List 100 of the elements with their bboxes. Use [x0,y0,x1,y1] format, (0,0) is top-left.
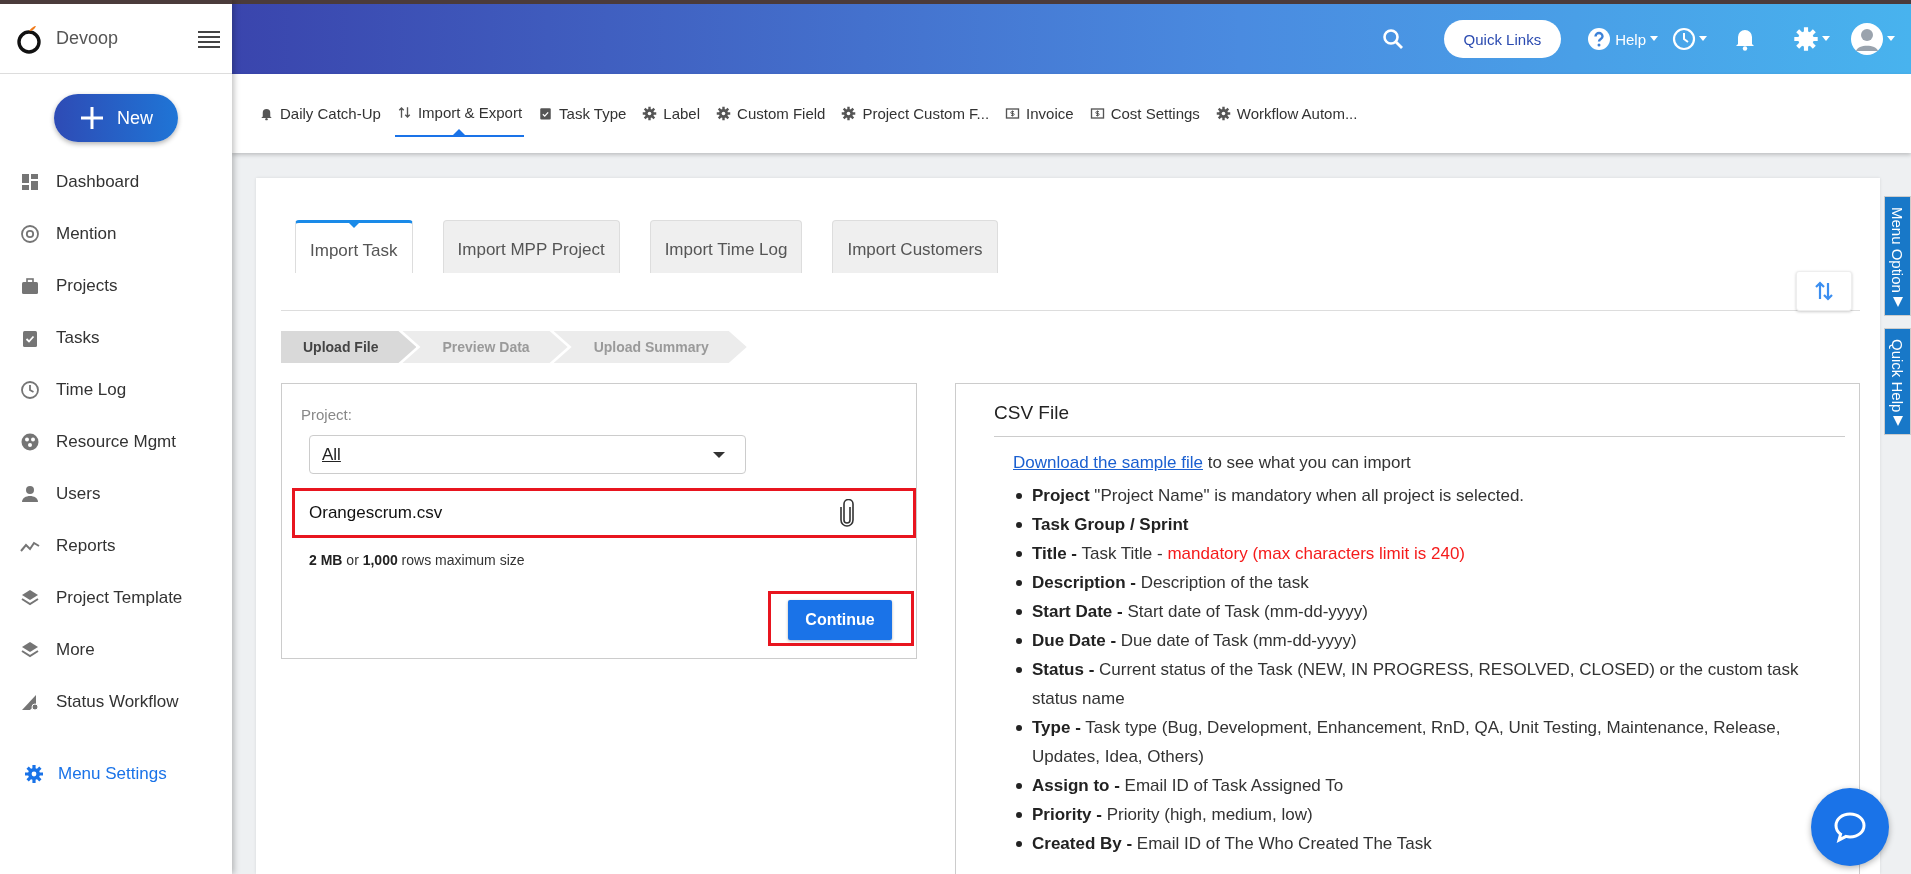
side-tab[interactable]: Quick Help [1884,327,1911,436]
circle-dots-icon [20,432,40,452]
subnav-tab[interactable]: Cost Settings [1087,90,1202,137]
settings-icon [1215,106,1231,121]
side-tab[interactable]: Menu Option [1884,196,1911,316]
import-tab[interactable]: Import Time Log [649,220,803,273]
menu-icon[interactable] [198,29,220,48]
field-description: Assign to - Email ID of Task Assigned To [1032,775,1344,797]
chat-bubble-icon [1833,811,1867,843]
history-menu[interactable] [1672,27,1707,51]
settings-icon [1793,26,1819,52]
subnav-tab[interactable]: Project Custom F... [839,90,992,137]
subnav-tab[interactable]: Task Type [536,90,629,137]
sidebar-item[interactable]: Mention [0,208,232,260]
bell-icon [259,106,274,121]
settings-icon [24,764,44,784]
paperclip-icon [839,499,855,527]
swap-arrows-icon [396,105,412,120]
sidebar-item[interactable]: Tasks [0,312,232,364]
field-description: Project "Project Name" is mandatory when all project is selected. [1032,485,1525,507]
import-tab[interactable]: Import Task [295,220,413,273]
sidebar-item[interactable]: More [0,624,232,676]
dollar-bill-icon [1005,106,1021,121]
wizard-step: Upload Summary [553,331,747,363]
layers-icon [20,640,40,660]
caret-icon [1892,296,1903,307]
search-icon[interactable] [1381,28,1404,50]
bullet-icon [1016,493,1022,499]
bullet-icon [1016,841,1022,847]
account-menu[interactable] [1850,22,1895,56]
field-description: Start Date - Start date of Task (mm-dd-yyyy) [1032,601,1368,623]
caret-icon [1699,36,1707,42]
caret-icon [1887,36,1895,42]
settings-menu[interactable] [1793,26,1830,52]
import-tab[interactable]: Import MPP Project [442,220,620,273]
dashboard-icon [20,172,40,192]
wizard-step: Preview Data [402,331,568,363]
clock-icon [20,380,40,400]
layers-icon [20,588,40,608]
settings-icon [716,106,732,121]
caret-icon [1650,36,1658,42]
checkbox-icon [538,106,554,121]
caret-icon [1822,36,1830,42]
clipboard-check-icon [20,328,40,348]
field-description: Status - Current status of the Task (NEW, IN PROGRESS, RESOLVED, CLOSED) or the custom task status name [1032,659,1800,710]
swap-button[interactable] [1796,271,1852,311]
bullet-icon [1016,609,1022,615]
help-icon [1587,27,1612,51]
subnav-tab[interactable]: Workflow Autom... [1213,90,1360,137]
sidebar-item[interactable]: Project Template [0,572,232,624]
field-description: Title - Task Title - mandatory (max characters limit is 240) [1032,543,1465,565]
file-size-note: 2 MB or 1,000 rows maximum size [308,551,526,568]
bullet-icon [1016,551,1022,557]
bullet-icon [1016,725,1022,731]
brand-name: Devoop [56,28,120,49]
bullet-icon [1016,580,1022,586]
subnav-tab[interactable]: Import & Export [394,90,525,137]
bullet-icon [1016,522,1022,528]
swap-arrows-icon [1815,280,1833,302]
dollar-bill-icon [1089,106,1105,121]
field-label: Project: [300,406,353,423]
sidebar-item[interactable]: Status Workflow [0,676,232,728]
panel-title: CSV File [994,402,1845,437]
subnav-tab[interactable]: Custom Field [714,90,828,137]
person-icon [20,484,40,504]
download-sample-link[interactable]: Download the sample file [1013,453,1203,472]
logo-icon [16,23,42,54]
field-description: Priority - Priority (high, medium, low) [1032,804,1313,826]
sidebar-item[interactable]: Users [0,468,232,520]
settings-icon [841,106,857,121]
project-dropdown[interactable]: All [309,435,746,474]
subnav-tab[interactable]: Label [640,90,703,137]
dropdown-caret-icon [713,451,725,458]
sidebar-item[interactable]: Dashboard [0,156,232,208]
field-description: Created By - Email ID of The Who Created The Task [1032,833,1432,855]
bullet-icon [1016,667,1022,673]
subnav-tab[interactable]: Invoice [1003,90,1076,137]
bullet-icon [1016,638,1022,644]
menu-settings-link[interactable]: Menu Settings [0,748,232,800]
settings-icon [642,106,658,121]
clock-icon [1672,27,1696,51]
intro-text: Download the sample file to see what you can import [1012,452,1412,474]
bullet-icon [1016,812,1022,818]
subnav-tab[interactable]: Daily Catch-Up [257,90,383,137]
field-description: Type - Task type (Bug, Development, Enhancement, RnD, QA, Unit Testing, Maintenance, Release, Updates, Idea, Others) [1032,717,1782,768]
continue-button[interactable]: Continue [788,600,892,640]
sidebar-item[interactable]: Projects [0,260,232,312]
avatar-icon [1850,22,1884,56]
notification-bell-icon[interactable] [1735,27,1755,51]
file-input-field[interactable]: Orangescrum.csv [292,488,916,538]
sidebar-item[interactable]: Resource Mgmt [0,416,232,468]
sidebar-item[interactable]: Reports [0,520,232,572]
new-button[interactable]: New [54,94,178,142]
plus-icon [79,105,105,131]
field-description: Task Group / Sprint [1032,514,1189,536]
caret-icon [1892,416,1903,427]
sidebar-item[interactable]: Time Log [0,364,232,416]
quick-links-button[interactable]: Quick Links [1443,20,1562,58]
field-description: Due Date - Due date of Task (mm-dd-yyyy) [1032,630,1357,652]
import-tab[interactable]: Import Customers [832,220,998,273]
